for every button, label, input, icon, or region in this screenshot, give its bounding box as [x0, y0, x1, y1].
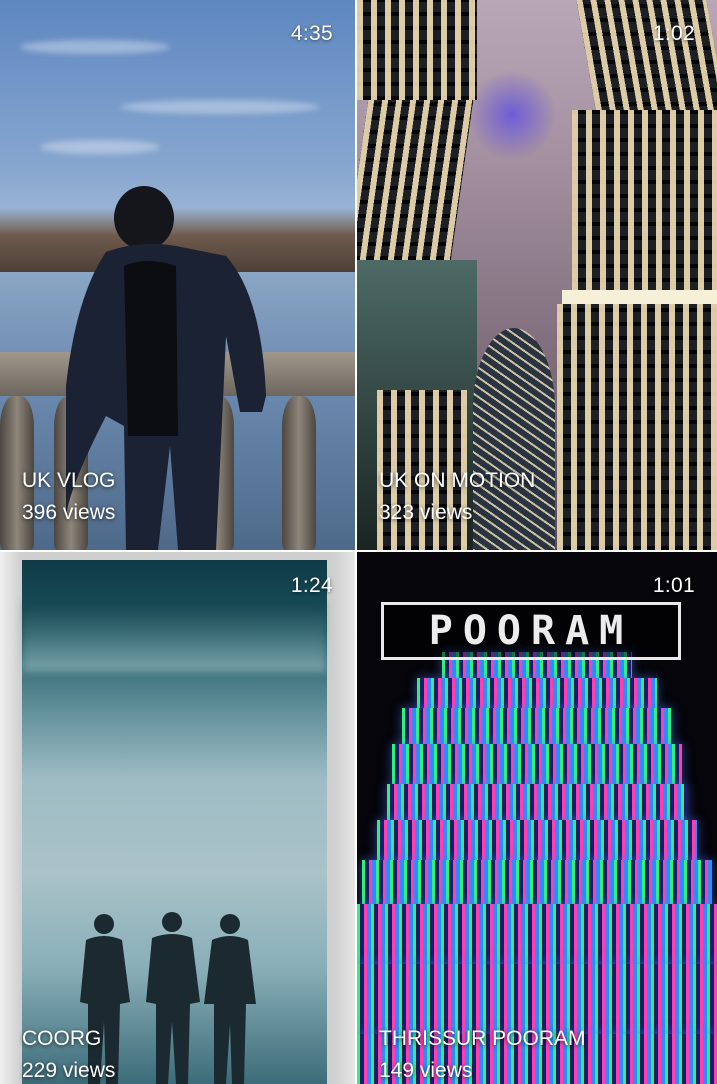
video-title: THRISSUR POORAM	[379, 1026, 586, 1050]
video-tile-thrissur-pooram[interactable]: POORAM 1:01 THRISSUR POORAM 149 views	[357, 552, 717, 1084]
video-views: 323 views	[379, 500, 473, 524]
video-title: COORG	[22, 1026, 102, 1050]
video-caption: UK VLOG 396 views	[22, 469, 115, 524]
video-duration: 1:24	[290, 574, 333, 597]
video-tile-coorg[interactable]: 1:24 COORG 229 views	[0, 552, 355, 1084]
video-views: 229 views	[22, 1058, 116, 1082]
thumbnail-logo-text: POORAM	[381, 602, 681, 660]
video-duration: 1:01	[652, 574, 695, 597]
video-tile-uk-vlog[interactable]: 4:35 UK VLOG 396 views	[0, 0, 355, 550]
video-caption: COORG 229 views	[22, 1027, 115, 1082]
video-thumbnail	[0, 0, 355, 550]
video-grid: 4:35 UK VLOG 396 views 1:02 UK ON MOTION…	[0, 0, 717, 1084]
video-thumbnail	[0, 552, 355, 1084]
video-thumbnail	[357, 0, 717, 550]
video-thumbnail: POORAM	[357, 552, 717, 1084]
video-title: UK ON MOTION	[379, 468, 536, 492]
video-duration: 4:35	[290, 22, 333, 45]
video-tile-uk-on-motion[interactable]: 1:02 UK ON MOTION 323 views	[357, 0, 717, 550]
video-caption: THRISSUR POORAM 149 views	[379, 1027, 586, 1082]
video-title: UK VLOG	[22, 468, 116, 492]
video-views: 149 views	[379, 1058, 473, 1082]
video-duration: 1:02	[652, 22, 695, 45]
video-caption: UK ON MOTION 323 views	[379, 469, 535, 524]
video-views: 396 views	[22, 500, 116, 524]
